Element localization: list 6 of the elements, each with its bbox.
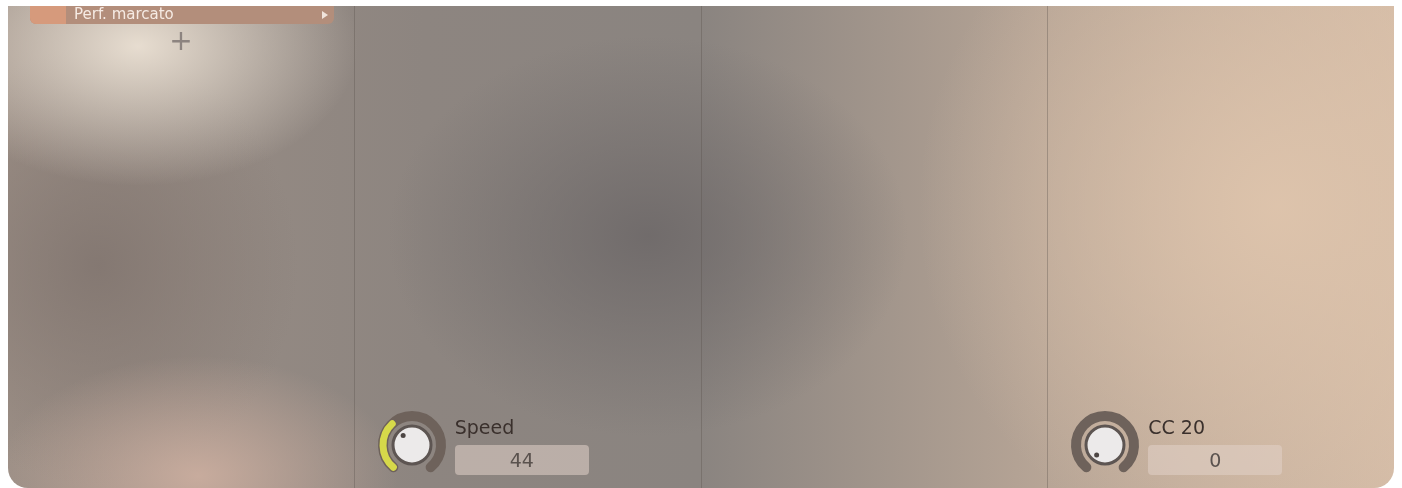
value-field[interactable]: 0 [1148, 445, 1283, 475]
value-field[interactable]: 44 [454, 445, 589, 475]
add-button[interactable]: + [169, 27, 193, 55]
knob-label: CC 20 [1148, 415, 1206, 439]
articulation-slot[interactable]: Perf. marcato [30, 6, 334, 24]
knob-label: Speed [454, 415, 516, 439]
